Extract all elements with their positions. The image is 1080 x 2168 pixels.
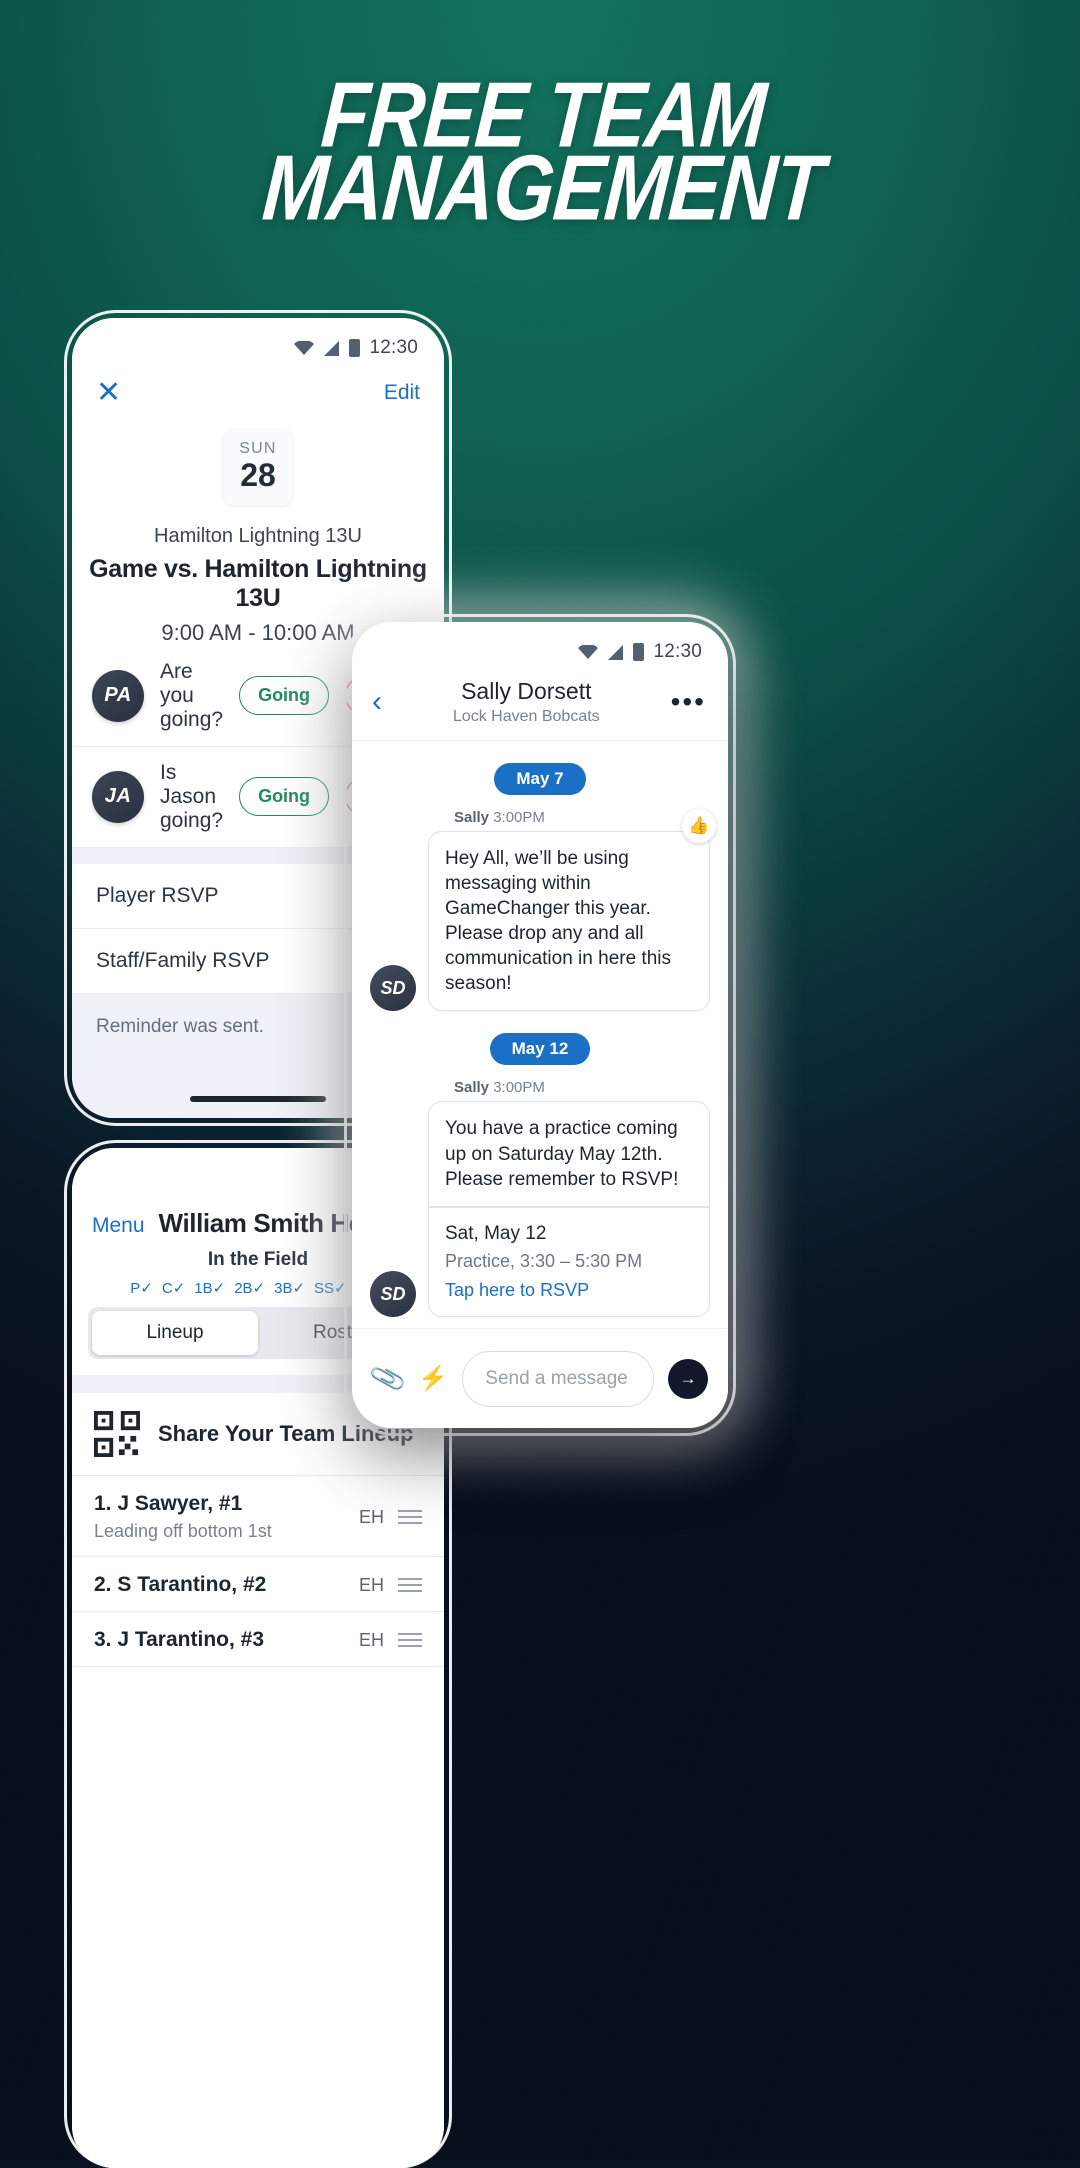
player-name: 2. S Tarantino, #2 (94, 1573, 267, 1596)
message-time: 3:00PM (493, 1079, 545, 1097)
avatar: SD (370, 965, 416, 1012)
event-card-rsvp-link[interactable]: Tap here to RSVP (445, 1279, 693, 1303)
rsvp-question: Are you going? (160, 659, 224, 731)
thumbs-up-icon[interactable]: 👍 (682, 809, 716, 843)
player-name: 1. J Sawyer, #1 (94, 1492, 243, 1515)
home-indicator (190, 1096, 326, 1102)
position-chip[interactable]: 2B✓ (234, 1279, 265, 1297)
qr-code-icon (94, 1411, 140, 1457)
headline-line-2: MANAGEMENT (259, 136, 827, 241)
signal-icon (608, 644, 624, 660)
rsvp-question: Is Jason going? (160, 760, 224, 832)
player-position: EH (358, 1629, 384, 1650)
event-team-name: Hamilton Lightning 13U (154, 524, 362, 547)
send-button[interactable]: → (668, 1358, 708, 1399)
event-day-of-week: SUN (239, 440, 277, 457)
drag-handle-icon[interactable] (398, 1574, 422, 1596)
position-chip[interactable]: 1B✓ (194, 1279, 225, 1297)
drag-handle-icon[interactable] (398, 1506, 422, 1528)
message-row: SD You have a practice coming up on Satu… (370, 1101, 710, 1318)
avatar: PA (92, 669, 144, 722)
battery-icon (633, 643, 645, 661)
list-item[interactable]: 3. J Tarantino, #3 EH (72, 1612, 444, 1667)
message-sender: Sally (454, 809, 490, 826)
menu-button[interactable]: Menu (92, 1214, 145, 1238)
event-card-date: Sat, May 12 (445, 1222, 547, 1244)
position-chip[interactable]: C✓ (162, 1279, 185, 1297)
rsvp-going-button[interactable]: Going (239, 777, 330, 817)
message-time: 3:00PM (493, 809, 545, 826)
chat-contact-name: Sally Dorsett (461, 678, 592, 704)
status-time: 12:30 (369, 337, 418, 358)
attachment-icon[interactable]: 📎 (368, 1358, 409, 1398)
chat-message-list: May 7 Sally 3:00PM SD Hey All, we’ll be … (352, 741, 728, 1428)
player-position: EH (358, 1574, 384, 1595)
battery-icon (349, 339, 361, 357)
player-position: EH (358, 1506, 384, 1527)
more-options-icon[interactable]: ••• (671, 687, 706, 715)
tab-lineup[interactable]: Lineup (92, 1311, 258, 1355)
player-name: 3. J Tarantino, #3 (94, 1628, 264, 1651)
message-meta: Sally 3:00PM (454, 1079, 710, 1096)
chat-header: ‹ Sally Dorsett Lock Haven Bobcats ••• (352, 668, 728, 741)
list-item[interactable]: 2. S Tarantino, #2 EH (72, 1557, 444, 1612)
phone-chat-screen: 12:30 ‹ Sally Dorsett Lock Haven Bobcats… (352, 622, 728, 1428)
event-date-card: SUN 28 (224, 430, 292, 505)
chat-team-name: Lock Haven Bobcats (452, 708, 600, 725)
message-bubble: You have a practice coming up on Saturda… (428, 1101, 710, 1206)
message-sender: Sally (454, 1079, 490, 1097)
message-bubble: Hey All, we’ll be using messaging within… (428, 831, 710, 1012)
lightning-icon[interactable]: ⚡ (418, 1364, 448, 1393)
event-day-number: 28 (240, 457, 276, 493)
signal-icon (324, 340, 340, 356)
wifi-icon (578, 644, 599, 659)
date-separator: May 12 (489, 1033, 591, 1066)
drag-handle-icon[interactable] (398, 1629, 422, 1651)
list-item[interactable]: 1. J Sawyer, #1 Leading off bottom 1st E… (72, 1476, 444, 1557)
avatar: SD (370, 1271, 416, 1318)
message-meta: Sally 3:00PM (454, 809, 710, 826)
message-composer: 📎 ⚡ Send a message → (352, 1328, 728, 1428)
event-rsvp-card[interactable]: Sat, May 12 Practice, 3:30 – 5:30 PM Tap… (428, 1205, 710, 1318)
back-icon[interactable]: ‹ (372, 687, 382, 717)
event-top-bar: ✕ Edit (72, 364, 444, 412)
date-separator: May 7 (494, 763, 586, 795)
edit-button[interactable]: Edit (384, 381, 420, 405)
send-message-input[interactable]: Send a message (462, 1350, 654, 1407)
close-icon[interactable]: ✕ (96, 378, 121, 408)
rsvp-going-button[interactable]: Going (239, 676, 330, 716)
player-note: Leading off bottom 1st (94, 1521, 272, 1541)
player-rsvp-label: Player RSVP (96, 883, 219, 907)
page-headline: FREE TEAM MANAGEMENT (0, 63, 1080, 241)
status-bar-event: 12:30 (72, 318, 444, 364)
avatar: JA (92, 770, 144, 823)
position-chip[interactable]: 3B✓ (274, 1279, 305, 1297)
event-card-detail: Practice, 3:30 – 5:30 PM (445, 1250, 643, 1271)
position-chip[interactable]: P✓ (130, 1279, 153, 1297)
message-row: SD Hey All, we’ll be using messaging wit… (370, 809, 716, 1012)
wifi-icon (294, 340, 315, 355)
staff-rsvp-label: Staff/Family RSVP (96, 948, 270, 972)
status-time: 12:30 (653, 641, 702, 662)
status-bar-chat: 12:30 (352, 622, 728, 668)
